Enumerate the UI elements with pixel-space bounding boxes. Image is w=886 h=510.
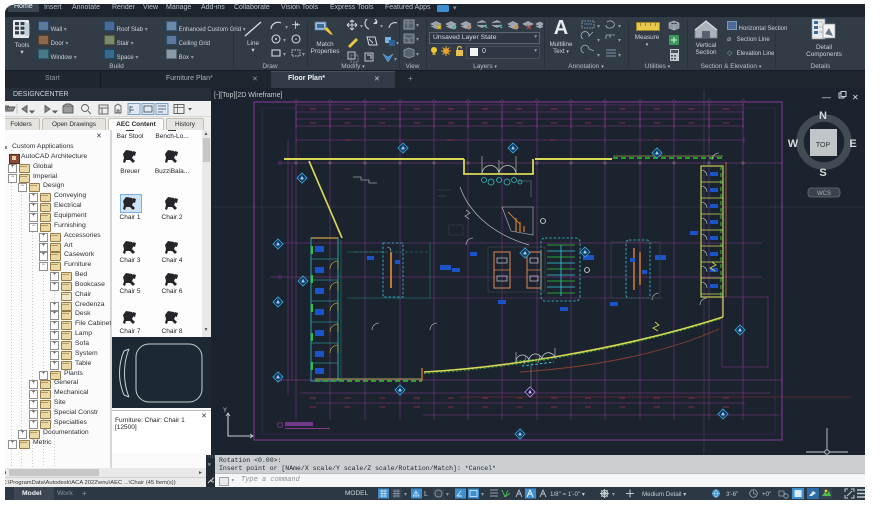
svg-text:▾: ▾ [283, 52, 286, 58]
svg-text:W: W [788, 138, 799, 150]
svg-text:▾: ▾ [283, 38, 286, 44]
svg-text:N: N [819, 110, 827, 122]
svg-text:L: L [424, 491, 428, 498]
svg-text:▾: ▾ [446, 492, 449, 498]
svg-text:▾: ▾ [612, 492, 615, 498]
svg-text:3'-6": 3'-6" [726, 491, 738, 498]
svg-text:▾: ▾ [416, 52, 419, 58]
svg-text:▾: ▾ [380, 24, 383, 30]
svg-text:+0": +0" [762, 491, 771, 498]
svg-text:✕: ✕ [852, 93, 859, 102]
svg-text:1/8" = 1'-0" ▾: 1/8" = 1'-0" ▾ [550, 491, 585, 498]
svg-text:Medium Detail ▾: Medium Detail ▾ [642, 491, 686, 498]
svg-text:[-][Top][2D Wireframe]: [-][Top][2D Wireframe] [214, 92, 283, 99]
svg-text:▾: ▾ [404, 492, 407, 498]
svg-text:▾: ▾ [597, 24, 600, 30]
svg-text:▾: ▾ [618, 53, 621, 59]
svg-text:▾: ▾ [481, 492, 484, 498]
svg-text:▾: ▾ [416, 23, 419, 29]
svg-text:E: E [849, 138, 856, 150]
svg-text:▾: ▾ [360, 24, 363, 30]
svg-text:▾: ▾ [597, 38, 600, 44]
svg-text:▾: ▾ [285, 25, 288, 31]
svg-text:—: — [822, 92, 831, 102]
svg-text:S: S [819, 167, 826, 179]
svg-text:TOP: TOP [816, 142, 831, 149]
svg-text:WCS: WCS [817, 191, 831, 197]
svg-text:▾: ▾ [302, 52, 305, 58]
svg-text:▾: ▾ [618, 38, 621, 44]
svg-text:▾: ▾ [618, 24, 621, 30]
svg-text:▾: ▾ [416, 37, 419, 43]
svg-text:Y: Y [223, 408, 227, 414]
svg-text:▾: ▾ [597, 53, 600, 59]
